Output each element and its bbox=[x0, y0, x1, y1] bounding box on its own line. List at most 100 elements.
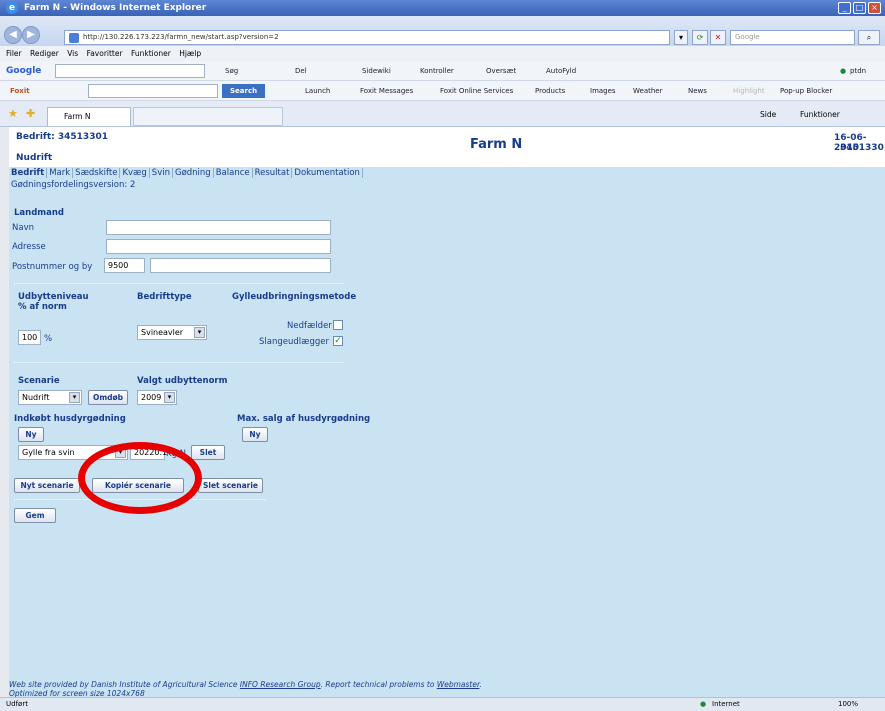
tab-balance[interactable]: Balance bbox=[213, 168, 253, 178]
postnummer-input[interactable]: 9500 bbox=[104, 258, 145, 273]
tab-mark[interactable]: Mark bbox=[47, 168, 74, 178]
by-input[interactable] bbox=[150, 258, 331, 273]
new-tab-area[interactable] bbox=[133, 107, 283, 126]
foxit-weather[interactable]: Weather bbox=[633, 81, 662, 101]
nyt-scenarie-button[interactable]: Nyt scenarie bbox=[14, 478, 80, 493]
tab-resultat[interactable]: Resultat bbox=[252, 168, 293, 178]
menu-help[interactable]: Hjælp bbox=[179, 46, 201, 61]
udbyttenorm-select[interactable]: 2009 ▾ bbox=[137, 390, 177, 405]
stop-icon[interactable]: ✕ bbox=[710, 30, 726, 45]
slet-button[interactable]: Slet bbox=[191, 445, 225, 460]
udbytte-input[interactable]: 100 bbox=[18, 330, 41, 345]
chevron-down-icon: ▾ bbox=[164, 392, 175, 403]
tab-bedrift[interactable]: Bedrift bbox=[9, 168, 48, 178]
google-translate-button[interactable]: Oversæt bbox=[486, 61, 516, 81]
landmand-heading: Landmand bbox=[14, 208, 65, 218]
navn-input[interactable] bbox=[106, 220, 331, 235]
ie-logo-icon: e bbox=[6, 2, 18, 14]
bedriftstype-label: Bedrifttype bbox=[137, 292, 192, 302]
favorites-star-icon[interactable]: ★ bbox=[8, 107, 18, 120]
page-content bbox=[9, 127, 885, 697]
page-menu[interactable]: Side bbox=[760, 110, 776, 119]
foxit-search-input[interactable] bbox=[88, 84, 218, 98]
maximize-button[interactable]: □ bbox=[853, 2, 866, 14]
scenario-label: Nudrift bbox=[16, 153, 53, 163]
tab-dokumentation[interactable]: Dokumentation bbox=[292, 168, 363, 178]
foxit-logo: Foxit bbox=[10, 87, 30, 95]
menu-favorites[interactable]: Favoritter bbox=[87, 46, 123, 61]
divider bbox=[14, 283, 344, 284]
footer-period: . bbox=[479, 680, 482, 689]
google-sidewiki-button[interactable]: Sidewiki bbox=[362, 61, 391, 81]
max-salg-label: Max. salg af husdyrgødning bbox=[237, 414, 371, 424]
tab-svin[interactable]: Svin bbox=[149, 168, 173, 178]
foxit-toolbar: Foxit Search Launch Foxit Messages Foxit… bbox=[0, 81, 885, 101]
omdob-button[interactable]: Omdøb bbox=[88, 390, 128, 405]
webmaster-link[interactable]: Webmaster bbox=[437, 680, 480, 689]
divider bbox=[14, 362, 344, 363]
menu-tools[interactable]: Funktioner bbox=[131, 46, 171, 61]
back-icon[interactable]: ◀ bbox=[4, 26, 22, 44]
chevron-down-icon: ▾ bbox=[69, 392, 80, 403]
page-icon bbox=[69, 33, 79, 43]
ny-indkobt-button[interactable]: Ny bbox=[18, 427, 44, 442]
status-bar: Udført ● Internet 100% bbox=[0, 697, 885, 711]
search-icon[interactable]: ⌕ bbox=[858, 30, 880, 45]
udbyttenorm-value: 2009 bbox=[141, 393, 162, 402]
url-input[interactable]: http://130.226.173.223/farmn_new/start.a… bbox=[64, 30, 670, 45]
refresh-icon[interactable]: ⟳ bbox=[692, 30, 708, 45]
google-search-input[interactable] bbox=[55, 64, 205, 78]
scenarie-select[interactable]: Nudrift ▾ bbox=[18, 390, 82, 405]
foxit-highlight[interactable]: Highlight bbox=[733, 81, 765, 101]
info-research-link[interactable]: INFO Research Group bbox=[240, 680, 321, 689]
bedriftstype-value: Svineavler bbox=[141, 328, 184, 337]
slet-scenarie-button[interactable]: Slet scenarie bbox=[198, 478, 263, 493]
google-search-button[interactable]: Søg bbox=[225, 61, 238, 81]
zoom-level[interactable]: 100% bbox=[838, 698, 858, 711]
foxit-products[interactable]: Products bbox=[535, 81, 565, 101]
google-check-button[interactable]: Kontroller bbox=[420, 61, 454, 81]
window-title: Farm N - Windows Internet Explorer bbox=[24, 3, 207, 13]
address-dropdown-icon[interactable]: ▾ bbox=[674, 30, 688, 45]
scenarie-label: Scenarie bbox=[18, 376, 60, 386]
tab-saedskifte[interactable]: Sædskifte bbox=[73, 168, 121, 178]
popup-blocker[interactable]: Pop-up Blocker bbox=[780, 81, 832, 101]
page-footer: Web site provided by Danish Institute of… bbox=[9, 680, 482, 698]
foxit-online-services[interactable]: Foxit Online Services bbox=[440, 81, 513, 101]
google-logo: Google bbox=[6, 66, 42, 76]
foxit-launch[interactable]: Launch bbox=[305, 81, 330, 101]
forward-icon[interactable]: ▶ bbox=[22, 26, 40, 44]
status-text: Udført bbox=[6, 700, 28, 708]
minimize-button[interactable]: _ bbox=[838, 2, 851, 14]
menu-view[interactable]: Vis bbox=[67, 46, 78, 61]
menu-edit[interactable]: Rediger bbox=[30, 46, 59, 61]
farm-id-right: 34513301 bbox=[840, 143, 885, 153]
search-input[interactable]: Google bbox=[730, 30, 855, 45]
online-status-icon: ● bbox=[840, 67, 847, 75]
menu-file[interactable]: Filer bbox=[6, 46, 22, 61]
google-autofill-button[interactable]: AutoFyld bbox=[546, 61, 576, 81]
slangeudlaegger-checkbox[interactable]: ✓ bbox=[333, 336, 343, 346]
tab-godning[interactable]: Gødning bbox=[172, 168, 214, 178]
bedriftstype-select[interactable]: Svineavler ▾ bbox=[137, 325, 207, 340]
adresse-label: Adresse bbox=[12, 242, 46, 252]
foxit-news[interactable]: News bbox=[688, 81, 707, 101]
ny-max-salg-button[interactable]: Ny bbox=[242, 427, 268, 442]
valgt-udbyttenorm-label: Valgt udbyttenorm bbox=[137, 376, 228, 386]
close-button[interactable]: × bbox=[868, 2, 881, 14]
husdyrgodning-value: Gylle fra svin bbox=[22, 448, 75, 457]
adresse-input[interactable] bbox=[106, 239, 331, 254]
google-share-button[interactable]: Del bbox=[295, 61, 307, 81]
foxit-images[interactable]: Images bbox=[590, 81, 616, 101]
foxit-search-button[interactable]: Search bbox=[222, 84, 266, 98]
add-favorites-icon[interactable]: ✚ bbox=[26, 107, 35, 120]
gem-button[interactable]: Gem bbox=[14, 508, 56, 523]
footer-text-2: . Report technical problems to bbox=[320, 680, 437, 689]
tab-kvaeg[interactable]: Kvæg bbox=[120, 168, 150, 178]
tools-menu[interactable]: Funktioner bbox=[800, 110, 840, 119]
nedfaelder-checkbox[interactable] bbox=[333, 320, 343, 330]
tab-farm-n[interactable]: Farm N bbox=[47, 107, 131, 126]
google-user[interactable]: ptdn bbox=[850, 61, 866, 81]
foxit-messages[interactable]: Foxit Messages bbox=[360, 81, 413, 101]
navn-label: Navn bbox=[12, 223, 34, 233]
